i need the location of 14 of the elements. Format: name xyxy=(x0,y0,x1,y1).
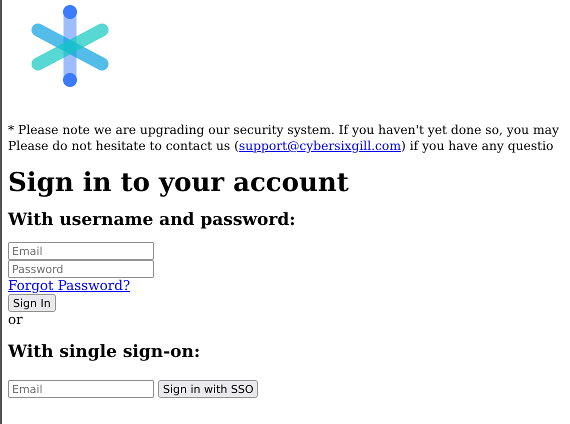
forgot-password-link[interactable]: Forgot Password? xyxy=(8,278,130,294)
email-field[interactable]: Email xyxy=(8,242,154,260)
support-email-link[interactable]: support@cybersixgill.com xyxy=(238,139,401,153)
sso-button[interactable]: Sign in with SSO xyxy=(158,380,258,398)
page-title: Sign in to your account xyxy=(8,168,350,198)
section-heading: With username and password: xyxy=(8,210,296,230)
section-heading: With single sign-on: xyxy=(8,342,202,362)
or-text: or xyxy=(8,312,24,328)
sign-in-button[interactable]: Sign In xyxy=(8,294,56,312)
contact-text: Please do not hesitate to contact us (support@cybersixgill.com) if you have any questio xyxy=(8,138,554,154)
password-field[interactable]: Password xyxy=(8,260,154,278)
sso-email-field[interactable]: Email xyxy=(8,380,154,398)
logo-icon xyxy=(30,4,110,88)
notice-text: * Please note we are upgrading our security system. If you haven't yet done so, you may xyxy=(8,122,559,138)
